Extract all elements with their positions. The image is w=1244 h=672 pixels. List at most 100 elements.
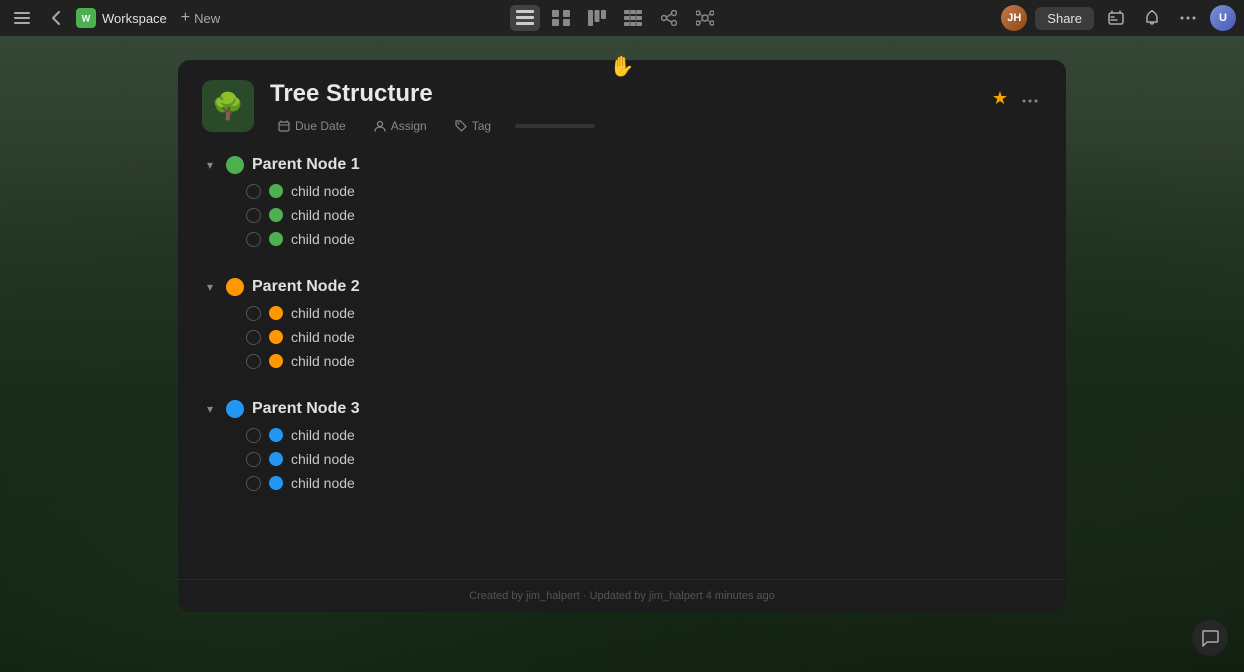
child-node-3-2[interactable]: child node [246,448,1042,470]
back-icon[interactable] [42,4,70,32]
user-avatar-image: U [1210,5,1236,31]
parent-node-1[interactable]: ▾ Parent Node 1 [202,156,1042,174]
tag-label: Tag [472,119,491,133]
topbar-right: JH Share U [1001,4,1236,32]
document-meta: Due Date Assign Tag [270,116,972,136]
child-node-2-2[interactable]: child node [246,326,1042,348]
chevron-icon: ▾ [202,158,218,172]
svg-text:W: W [82,14,91,24]
document-emoji: 🌳 [212,91,244,122]
assign-button[interactable]: Assign [366,116,435,136]
child-dot [269,428,283,442]
child-checkbox[interactable] [246,306,261,321]
document-title[interactable]: Tree Structure [270,80,972,108]
new-button[interactable]: + New [173,7,228,29]
child-label: child node [291,353,355,369]
document-title-area: Tree Structure Due Date Assign [270,80,972,136]
collaborator-avatar-image: JH [1001,5,1027,31]
toolbar-board-icon[interactable] [582,5,612,31]
child-dot [269,184,283,198]
child-node-1-3[interactable]: child node [246,228,1042,250]
document-footer: Created by jim_halpert · Updated by jim_… [178,579,1066,612]
topbar-left: W Workspace + New [8,4,228,32]
children-of-node-2: child node child node child node [246,302,1042,372]
child-dot [269,232,283,246]
toolbar-mindmap-icon[interactable] [690,5,720,31]
toolbar-list-icon[interactable] [510,5,540,31]
chat-bubble-button[interactable] [1192,620,1228,656]
child-node-2-1[interactable]: child node [246,302,1042,324]
document-panel: 🌳 Tree Structure Due Date [178,60,1066,612]
due-date-label: Due Date [295,119,346,133]
child-node-3-3[interactable]: child node [246,472,1042,494]
child-dot [269,330,283,344]
document-header: 🌳 Tree Structure Due Date [178,60,1066,148]
parent-node-3[interactable]: ▾ Parent Node 3 [202,400,1042,418]
child-node-1-2[interactable]: child node [246,204,1042,226]
topbar: W Workspace + New [0,0,1244,36]
child-node-3-1[interactable]: child node [246,424,1042,446]
more-icon[interactable] [1174,4,1202,32]
assign-label: Assign [391,119,427,133]
parent-dot [226,156,244,174]
child-label: child node [291,305,355,321]
person-icon [374,120,386,132]
parent-dot [226,400,244,418]
child-checkbox[interactable] [246,208,261,223]
child-checkbox[interactable] [246,232,261,247]
document-actions: ★ [988,84,1042,113]
workspace-logo: W [76,8,96,28]
progress-bar [515,124,595,128]
parent-label: Parent Node 1 [252,156,360,174]
parent-dot [226,278,244,296]
child-dot [269,452,283,466]
notification-icon[interactable] [1138,4,1166,32]
tag-button[interactable]: Tag [447,116,499,136]
chevron-icon: ▾ [202,402,218,416]
share-button[interactable]: Share [1035,7,1094,30]
menu-icon[interactable] [8,4,36,32]
topbar-center [232,5,997,31]
child-checkbox[interactable] [246,354,261,369]
user-avatar[interactable]: U [1210,5,1236,31]
workspace-label[interactable]: Workspace [102,11,167,26]
node-group-1: ▾ Parent Node 1 child node child node ch… [202,156,1042,250]
child-node-2-3[interactable]: child node [246,350,1042,372]
child-checkbox[interactable] [246,184,261,199]
star-button[interactable]: ★ [988,84,1012,113]
child-label: child node [291,183,355,199]
children-of-node-1: child node child node child node [246,180,1042,250]
child-dot [269,208,283,222]
child-node-1-1[interactable]: child node [246,180,1042,202]
children-of-node-3: child node child node child node [246,424,1042,494]
child-label: child node [291,451,355,467]
parent-label: Parent Node 3 [252,400,360,418]
activity-icon[interactable] [1102,4,1130,32]
node-group-2: ▾ Parent Node 2 child node child node ch… [202,278,1042,372]
toolbar-grid-icon[interactable] [546,5,576,31]
child-checkbox[interactable] [246,476,261,491]
child-label: child node [291,427,355,443]
document-more-button[interactable] [1018,86,1042,112]
child-dot [269,476,283,490]
child-checkbox[interactable] [246,428,261,443]
node-group-3: ▾ Parent Node 3 child node child node ch… [202,400,1042,494]
due-date-button[interactable]: Due Date [270,116,354,136]
toolbar-share-icon[interactable] [654,5,684,31]
child-label: child node [291,329,355,345]
child-checkbox[interactable] [246,452,261,467]
child-dot [269,306,283,320]
calendar-icon [278,120,290,132]
collaborator-avatar[interactable]: JH [1001,5,1027,31]
parent-node-2[interactable]: ▾ Parent Node 2 [202,278,1042,296]
toolbar-table-icon[interactable] [618,5,648,31]
document-content: ▾ Parent Node 1 child node child node ch… [178,148,1066,579]
chevron-icon: ▾ [202,280,218,294]
child-label: child node [291,207,355,223]
child-label: child node [291,231,355,247]
child-checkbox[interactable] [246,330,261,345]
parent-label: Parent Node 2 [252,278,360,296]
new-plus-icon: + [181,9,190,27]
footer-text: Created by jim_halpert · Updated by jim_… [469,590,775,602]
child-dot [269,354,283,368]
